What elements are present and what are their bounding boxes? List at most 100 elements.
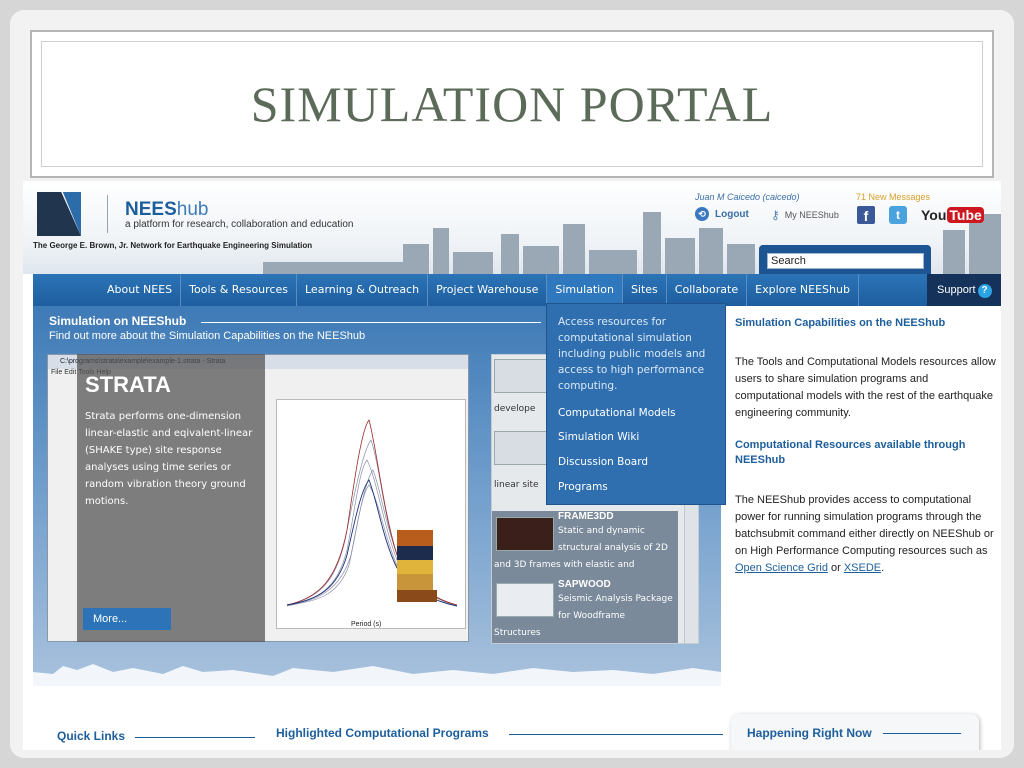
network-name: The George E. Brown, Jr. Network for Ear… — [33, 241, 313, 250]
search-input[interactable] — [767, 253, 924, 269]
quick-links-rule — [135, 737, 255, 738]
program-thumbnail[interactable] — [494, 359, 552, 393]
nav-explore-neeshub[interactable]: Explore NEEShub — [747, 274, 859, 306]
youtube-you: You — [921, 207, 947, 223]
help-icon: ? — [977, 284, 992, 298]
skyline-building — [969, 214, 1001, 274]
strata-plot: Period (s) — [276, 399, 466, 629]
logout-label: Logout — [715, 208, 749, 220]
tagline: a platform for research, collaboration a… — [125, 219, 354, 230]
skyline-building — [523, 246, 559, 274]
logo-divider — [107, 195, 108, 233]
youtube-tube: Tube — [947, 207, 984, 223]
search-box — [759, 245, 931, 274]
strata-title: STRATA — [85, 372, 171, 397]
dropdown-description: Access resources for computational simul… — [558, 316, 706, 392]
my-neeshub-link[interactable]: ⚷ My NEEShub — [771, 208, 839, 222]
happening-box: Happening Right Now — [731, 714, 979, 750]
site-header: NEEShub a platform for research, collabo… — [23, 181, 1001, 274]
sapwood-name[interactable]: SAPWOOD — [558, 579, 611, 590]
right-column: Simulation Capabilities on the NEEShub T… — [733, 306, 1001, 706]
slide: SIMULATION PORTAL NEEShub a platform for… — [10, 10, 1014, 758]
capabilities-heading: Simulation Capabilities on the NEEShub — [735, 317, 946, 329]
dropdown-discussion-board[interactable]: Discussion Board — [558, 456, 648, 468]
legend-swatch — [397, 560, 433, 574]
brand-name[interactable]: NEEShub — [125, 199, 208, 221]
highlighted-programs-heading: Highlighted Computational Programs — [276, 726, 489, 740]
frame3dd-extra: and 3D frames with elastic and — [494, 560, 635, 570]
title-frame: SIMULATION PORTAL — [30, 30, 994, 178]
key-icon: ⚷ — [771, 208, 780, 222]
capabilities-body: The Tools and Computational Models resou… — [735, 356, 996, 419]
strata-description: Strata performs one-dimension linear-ela… — [85, 411, 253, 507]
legend-swatch — [397, 546, 433, 560]
program-thumbnail[interactable] — [494, 431, 552, 465]
twitter-icon[interactable]: t — [889, 206, 907, 224]
xsede-link[interactable]: XSEDE — [844, 562, 881, 574]
quick-links-heading: Quick Links — [57, 729, 126, 743]
support-button[interactable]: Support? — [927, 274, 1001, 306]
sapwood-extra: Structures — [494, 628, 541, 638]
frame3dd-name[interactable]: FRAME3DD — [558, 511, 614, 522]
sapwood-thumbnail[interactable] — [496, 583, 554, 617]
skyline-building — [263, 262, 403, 274]
nav-collaborate[interactable]: Collaborate — [667, 274, 748, 306]
feature-subtitle: Find out more about the Simulation Capab… — [49, 330, 366, 342]
legend-swatch — [397, 574, 433, 590]
frame3dd-desc: Static and dynamic structural analysis o… — [558, 526, 668, 553]
resources-heading: Computational Resources available throug… — [735, 439, 966, 466]
nav-learning-outreach[interactable]: Learning & Outreach — [297, 274, 429, 306]
logout-icon: ⟲ — [695, 207, 709, 221]
skyline-building — [699, 228, 723, 274]
programs-dark-section: FRAME3DD Static and dynamic structural a… — [492, 511, 678, 643]
nav-simulation[interactable]: Simulation — [547, 274, 623, 306]
skyline-building — [943, 230, 965, 274]
nav-tools-resources[interactable]: Tools & Resources — [181, 274, 297, 306]
legend-swatch — [397, 590, 437, 602]
simulation-dropdown: Access resources for computational simul… — [546, 303, 726, 505]
skyline-building — [727, 244, 755, 274]
more-button[interactable]: More... — [83, 608, 171, 630]
brand-main: NEES — [125, 199, 177, 220]
feature-title: Simulation on NEEShub — [49, 314, 187, 328]
skyline-building — [643, 212, 661, 274]
open-science-grid-link[interactable]: Open Science Grid — [735, 562, 828, 574]
resources-body: The NEEShub provides access to computati… — [735, 492, 997, 577]
brand-sub: hub — [176, 199, 209, 220]
dropdown-simulation-wiki[interactable]: Simulation Wiki — [558, 431, 639, 443]
happening-heading: Happening Right Now — [747, 726, 872, 740]
period-text: . — [881, 562, 885, 574]
plot-xlabel: Period (s) — [351, 621, 381, 628]
resources-text: The NEEShub provides access to computati… — [735, 494, 994, 557]
slide-title: SIMULATION PORTAL — [250, 76, 774, 132]
logout-link[interactable]: ⟲ Logout — [695, 207, 749, 221]
dropdown-programs[interactable]: Programs — [558, 481, 608, 493]
frame3dd-thumbnail[interactable] — [496, 517, 554, 551]
my-neeshub-label: My NEEShub — [784, 210, 839, 220]
youtube-icon[interactable]: You Tube — [921, 207, 984, 223]
skyline-building — [433, 228, 449, 274]
feature-title-rule — [201, 322, 541, 323]
support-label: Support — [937, 284, 976, 296]
skyline-building — [563, 224, 585, 274]
skyline-building — [665, 238, 695, 274]
nav-project-warehouse[interactable]: Project Warehouse — [428, 274, 548, 306]
dropdown-computational-models[interactable]: Computational Models — [558, 407, 676, 419]
skyline-building — [403, 244, 429, 274]
neeshub-screenshot: NEEShub a platform for research, collabo… — [23, 181, 1001, 750]
strata-overlay: STRATA Strata performs one-dimension lin… — [77, 354, 265, 642]
user-profile-link[interactable]: Juan M Caicedo (caicedo) — [695, 192, 800, 202]
main-nav: About NEES Tools & Resources Learning & … — [33, 274, 1001, 306]
or-text: or — [831, 562, 841, 574]
nav-sites[interactable]: Sites — [623, 274, 667, 306]
nav-about-nees[interactable]: About NEES — [99, 274, 182, 306]
title-inner: SIMULATION PORTAL — [41, 41, 983, 167]
spectra-plot-graphic: Period (s) — [286, 419, 458, 628]
messages-link[interactable]: 71 New Messages — [856, 192, 930, 202]
skyline-building — [501, 234, 519, 274]
skyline-building — [453, 252, 493, 274]
facebook-icon[interactable]: f — [857, 206, 875, 224]
skyline-building — [589, 250, 637, 274]
skyline-decoration — [33, 664, 721, 688]
highlighted-rule — [509, 734, 723, 735]
